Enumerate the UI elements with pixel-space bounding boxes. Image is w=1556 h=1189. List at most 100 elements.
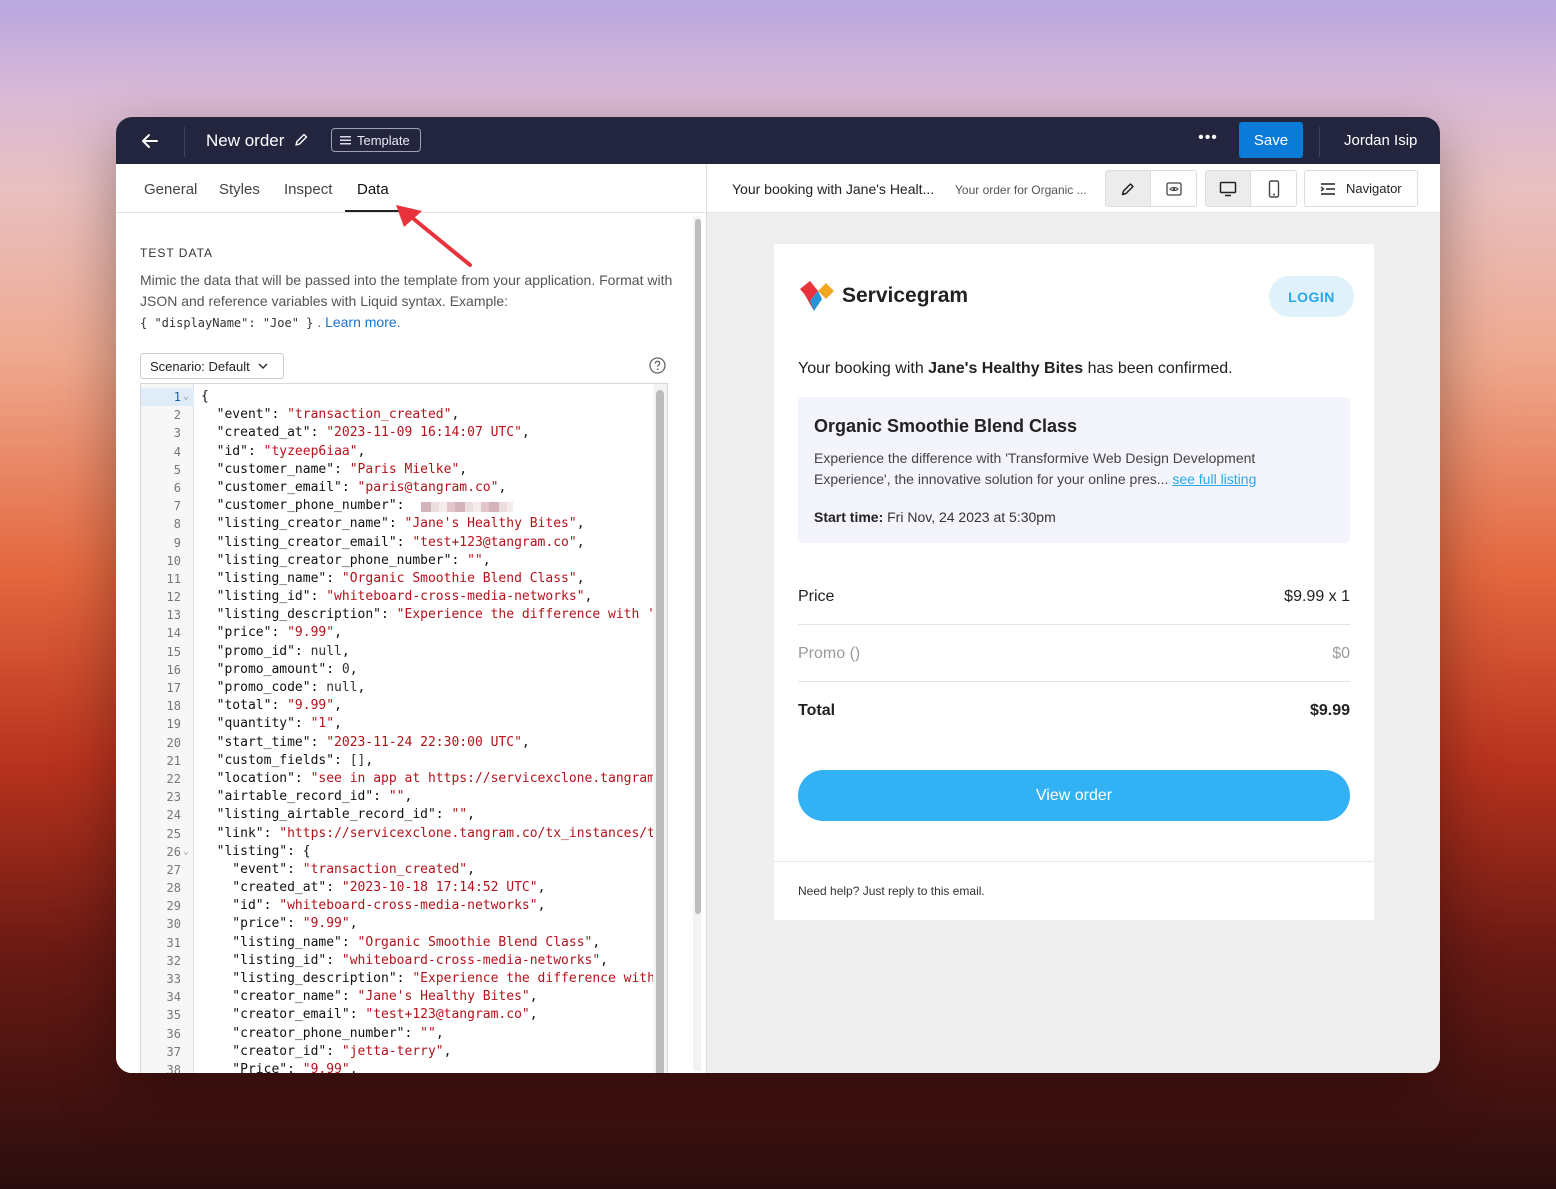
- code-line[interactable]: 30 "price": "9.99",: [141, 915, 653, 933]
- code-line[interactable]: 35 "creator_email": "test+123@tangram.co…: [141, 1006, 653, 1024]
- page-title: New order: [206, 131, 285, 150]
- back-button[interactable]: [134, 128, 166, 154]
- code-line[interactable]: 21 "custom_fields": [],: [141, 752, 653, 770]
- pencil-icon: [1121, 182, 1134, 195]
- code-line[interactable]: 7 "customer_phone_number":: [141, 497, 653, 515]
- editor-scrollbar-thumb[interactable]: [656, 390, 664, 1073]
- code-line[interactable]: 6 "customer_email": "paris@tangram.co",: [141, 479, 653, 497]
- code-line[interactable]: 12 "listing_id": "whiteboard-cross-media…: [141, 588, 653, 606]
- code-line[interactable]: 5 "customer_name": "Paris Mielke",: [141, 461, 653, 479]
- json-key: "price":: [201, 916, 303, 932]
- more-options-button[interactable]: •••: [1196, 129, 1220, 151]
- start-time-label: Start time:: [814, 509, 884, 525]
- line-number: 21: [166, 753, 181, 768]
- learn-more-link[interactable]: Learn more.: [325, 314, 400, 330]
- code-line[interactable]: 29 "id": "whiteboard-cross-media-network…: [141, 897, 653, 915]
- tab-styles[interactable]: Styles: [219, 181, 260, 198]
- json-punctuation: ,: [404, 789, 413, 805]
- brand-name: Servicegram: [842, 284, 969, 307]
- json-key: "custom_fields":: [201, 752, 350, 768]
- code-line[interactable]: 3 "created_at": "2023-11-09 16:14:07 UTC…: [141, 424, 653, 442]
- json-punctuation: ,: [521, 734, 530, 750]
- help-icon[interactable]: [649, 357, 666, 374]
- code-line[interactable]: 33 "listing_description": "Experience th…: [141, 970, 655, 988]
- json-punctuation: ,: [537, 880, 546, 896]
- json-punctuation: ,: [357, 443, 366, 459]
- code-line[interactable]: 36 "creator_phone_number": "",: [141, 1025, 653, 1043]
- login-button[interactable]: LOGIN: [1269, 276, 1354, 317]
- code-line[interactable]: 24 "listing_airtable_record_id": "",: [141, 806, 653, 824]
- code-area[interactable]: 1 ⌄{2 "event": "transaction_created", 3 "c…: [141, 388, 655, 1073]
- code-line[interactable]: 38 "Price": "9.99",: [141, 1061, 653, 1073]
- json-punctuation: ,: [365, 752, 374, 768]
- price-value: $9.99 x 1: [1284, 587, 1350, 605]
- json-key: "link":: [201, 825, 280, 841]
- fold-toggle-icon[interactable]: ⌄: [183, 843, 192, 861]
- edit-title-icon[interactable]: [293, 132, 309, 148]
- code-line[interactable]: 32 "listing_id": "whiteboard-cross-media…: [141, 952, 653, 970]
- code-text: "listing_creator_email": "test+123@tangr…: [201, 534, 585, 552]
- code-line[interactable]: 9 "listing_creator_email": "test+123@tan…: [141, 534, 653, 552]
- json-punctuation: ,: [537, 898, 546, 914]
- code-line[interactable]: 20 "start_time": "2023-11-24 22:30:00 UT…: [141, 734, 653, 752]
- fold-toggle-icon[interactable]: ⌄: [183, 388, 192, 406]
- preview-panel: Your booking with Jane's Healt... Your o…: [706, 164, 1440, 1073]
- preview-mode-button[interactable]: [1151, 171, 1196, 206]
- save-button[interactable]: Save: [1239, 122, 1303, 158]
- panel-scrollbar-thumb[interactable]: [695, 219, 701, 914]
- code-line[interactable]: 4 "id": "tyzeep6iaa",: [141, 443, 653, 461]
- json-value: "whiteboard-cross-media-networks": [279, 898, 538, 914]
- mobile-view-button[interactable]: [1251, 171, 1296, 206]
- scenario-dropdown[interactable]: Scenario: Default: [140, 353, 284, 379]
- code-line[interactable]: 27 "event": "transaction_created",: [141, 861, 653, 879]
- code-line[interactable]: 37 "creator_id": "jetta-terry",: [141, 1043, 653, 1061]
- code-line[interactable]: 23 "airtable_record_id": "",: [141, 788, 653, 806]
- json-value: "1": [310, 716, 335, 732]
- code-line[interactable]: 17 "promo_code": null,: [141, 679, 653, 697]
- json-key: "listing_creator_phone_number":: [201, 552, 468, 568]
- view-order-button[interactable]: View order: [798, 770, 1350, 821]
- json-punctuation: ,: [349, 1061, 358, 1073]
- code-line[interactable]: 13 "listing_description": "Experience th…: [141, 606, 655, 624]
- json-editor[interactable]: 1 ⌄{2 "event": "transaction_created", 3 "c…: [140, 383, 668, 1073]
- edit-mode-button[interactable]: [1106, 171, 1151, 206]
- see-full-listing-link[interactable]: see full listing: [1172, 471, 1256, 487]
- confirmation-prefix: Your booking with: [798, 360, 929, 377]
- code-line[interactable]: 26 ⌄ "listing": {: [141, 843, 653, 861]
- mode-toggle-group: [1105, 170, 1197, 207]
- code-line[interactable]: 1 ⌄ {: [141, 388, 653, 406]
- line-number: 4: [173, 444, 181, 459]
- code-line[interactable]: 22 "location": "see in app at https://se…: [141, 770, 655, 788]
- json-key: "Price":: [201, 1061, 303, 1073]
- user-menu[interactable]: Jordan Isip: [1344, 132, 1417, 149]
- code-line[interactable]: 31 "listing_name": "Organic Smoothie Ble…: [141, 934, 653, 952]
- code-line[interactable]: 8 "listing_creator_name": "Jane's Health…: [141, 515, 653, 533]
- code-line[interactable]: 10 "listing_creator_phone_number": "",: [141, 552, 653, 570]
- json-key: "customer_phone_number":: [201, 498, 413, 514]
- code-line[interactable]: 34 "creator_name": "Jane's Healthy Bites…: [141, 988, 653, 1006]
- line-number: 10: [166, 553, 181, 568]
- code-line[interactable]: 14 "price": "9.99",: [141, 624, 653, 642]
- template-badge[interactable]: Template: [331, 128, 421, 152]
- json-value: "https://servicexclone.tangram.co/tx_ins…: [279, 825, 655, 841]
- tab-general[interactable]: General: [144, 181, 197, 198]
- code-line[interactable]: 16 "promo_amount": 0,: [141, 661, 653, 679]
- promo-row: Promo () $0: [798, 625, 1350, 682]
- navigator-button[interactable]: Navigator: [1304, 170, 1418, 207]
- tab-data[interactable]: Data: [357, 181, 389, 198]
- code-line[interactable]: 19 "quantity": "1",: [141, 715, 653, 733]
- test-data-description: Mimic the data that will be passed into …: [140, 270, 680, 334]
- code-line[interactable]: 11 "listing_name": "Organic Smoothie Ble…: [141, 570, 653, 588]
- code-line[interactable]: 2 "event": "transaction_created",: [141, 406, 653, 424]
- json-punctuation: ,: [349, 661, 358, 677]
- json-key: {: [201, 389, 209, 404]
- code-line[interactable]: 15 "promo_id": null,: [141, 643, 653, 661]
- navigator-list-icon: [1320, 182, 1335, 195]
- code-line[interactable]: 18 "total": "9.99",: [141, 697, 653, 715]
- desktop-view-button[interactable]: [1206, 171, 1251, 206]
- line-number: 28: [166, 881, 181, 896]
- code-line[interactable]: 25 "link": "https://servicexclone.tangra…: [141, 825, 655, 843]
- tab-inspect[interactable]: Inspect: [284, 181, 332, 198]
- code-line[interactable]: 28 "created_at": "2023-10-18 17:14:52 UT…: [141, 879, 653, 897]
- code-text: "listing": {: [201, 843, 311, 861]
